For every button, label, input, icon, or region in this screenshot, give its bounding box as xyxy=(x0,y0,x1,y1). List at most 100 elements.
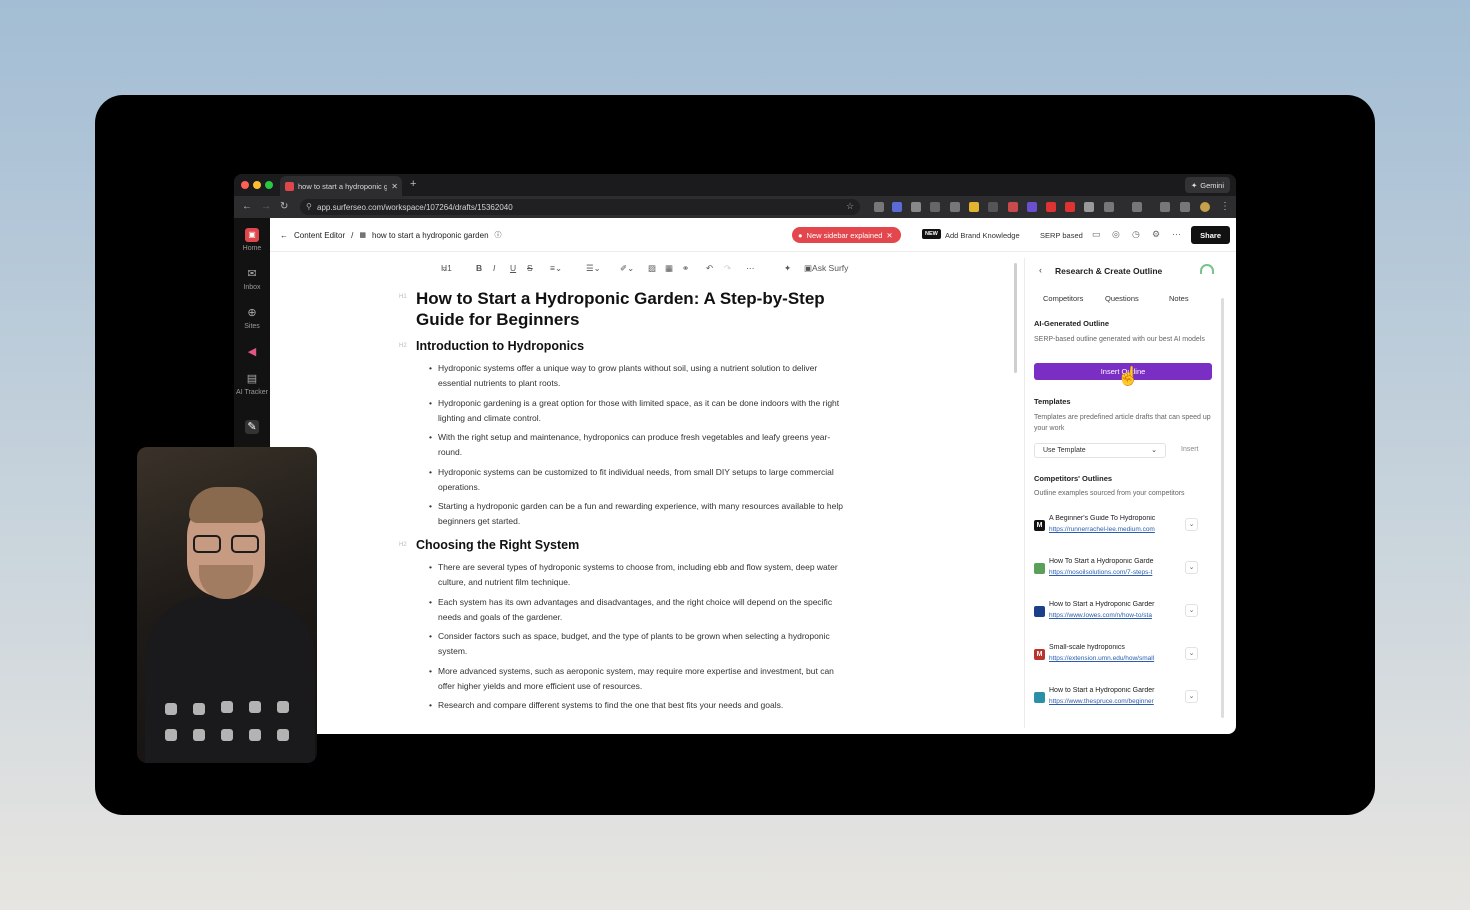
sidebar-item-campaigns[interactable]: ◀ xyxy=(234,345,270,362)
breadcrumb-content-editor[interactable]: Content Editor xyxy=(294,231,345,240)
list-item[interactable]: There are several types of hydroponic sy… xyxy=(429,560,846,590)
chevron-down-icon[interactable]: ⌄ xyxy=(1185,518,1198,531)
competitor-outline-item[interactable]: How to Start a Hydroponic Garder https://… xyxy=(1034,685,1209,711)
section-heading[interactable]: Choosing the Right System xyxy=(416,537,846,553)
info-icon[interactable]: ⓘ xyxy=(495,230,502,240)
check-circle-icon[interactable]: ◎ xyxy=(1112,229,1120,240)
more-icon[interactable]: ⋯ xyxy=(1172,229,1181,240)
minimize-window-button[interactable] xyxy=(253,181,261,189)
link-extension-icon[interactable] xyxy=(930,202,940,212)
competitor-title[interactable]: A Beginner's Guide To Hydroponic xyxy=(1049,515,1177,522)
extension-icon[interactable] xyxy=(969,202,979,212)
competitor-url[interactable]: https://extension.umn.edu/how/small xyxy=(1049,655,1177,662)
competitor-title[interactable]: How To Start a Hydroponic Garde xyxy=(1049,558,1177,565)
extension-icon[interactable] xyxy=(1065,202,1075,212)
extension-icon[interactable] xyxy=(1180,202,1190,212)
sidebar-item-editor[interactable]: ✎ xyxy=(234,420,270,437)
chevron-down-icon[interactable]: ⌄ xyxy=(1185,690,1198,703)
strikethrough-icon[interactable]: S xyxy=(527,263,533,273)
back-icon[interactable]: ← xyxy=(242,201,252,212)
extension-icon[interactable] xyxy=(1008,202,1018,212)
document-name[interactable]: how to start a hydroponic garden xyxy=(372,231,489,240)
list-item[interactable]: Research and compare different systems t… xyxy=(429,698,846,713)
forward-icon[interactable]: → xyxy=(261,201,271,212)
tab-notes[interactable]: Notes xyxy=(1169,294,1189,303)
competitor-title[interactable]: Small-scale hydroponics xyxy=(1049,644,1177,651)
competitor-url[interactable]: https://runnerrachel-lee.medium.com xyxy=(1049,526,1177,533)
new-tab-button[interactable]: + xyxy=(410,178,416,190)
competitor-title[interactable]: How to Start a Hydroponic Garder xyxy=(1049,601,1177,608)
italic-icon[interactable]: I xyxy=(493,263,495,273)
list-item[interactable]: With the right setup and maintenance, hy… xyxy=(429,430,846,460)
editor-scrollbar[interactable] xyxy=(1014,263,1017,373)
extension-icon[interactable] xyxy=(911,202,921,212)
chevron-down-icon[interactable]: ⌄ xyxy=(1185,647,1198,660)
bold-icon[interactable]: B xyxy=(476,263,482,273)
add-brand-knowledge-button[interactable]: Add Brand Knowledge xyxy=(945,231,1020,240)
competitor-url[interactable]: https://www.lowes.com/n/how-to/sta xyxy=(1049,612,1177,619)
browser-menu-icon[interactable]: ⋮ xyxy=(1220,201,1230,212)
pen-extension-icon[interactable] xyxy=(950,202,960,212)
list-item[interactable]: Starting a hydroponic garden can be a fu… xyxy=(429,499,846,529)
extension-icon[interactable] xyxy=(892,202,902,212)
highlight-icon[interactable]: ✐⌄ xyxy=(620,263,634,274)
gemini-button[interactable]: ✦ Gemini xyxy=(1184,177,1230,193)
maximize-window-button[interactable] xyxy=(265,181,273,189)
close-window-button[interactable] xyxy=(241,181,249,189)
document-title[interactable]: How to Start a Hydroponic Garden: A Step… xyxy=(416,288,846,330)
competitor-outline-item[interactable]: M A Beginner's Guide To Hydroponic https:/… xyxy=(1034,513,1209,539)
profile-avatar[interactable] xyxy=(1200,202,1210,212)
site-info-icon[interactable]: ⚲ xyxy=(306,202,312,211)
list-item[interactable]: Hydroponic systems can be customized to … xyxy=(429,465,846,495)
bookmark-star-icon[interactable]: ☆ xyxy=(846,201,854,212)
panel-scrollbar[interactable] xyxy=(1221,298,1224,718)
history-icon[interactable]: ◷ xyxy=(1132,229,1140,240)
comment-icon[interactable]: ▭ xyxy=(1092,229,1101,240)
competitor-outline-item[interactable]: How To Start a Hydroponic Garde https://n… xyxy=(1034,556,1209,582)
tab-competitors[interactable]: Competitors xyxy=(1043,294,1083,303)
panel-back-icon[interactable]: ‹ xyxy=(1039,265,1042,275)
list-item[interactable]: Hydroponic systems offer a unique way to… xyxy=(429,361,846,391)
download-icon[interactable] xyxy=(1160,202,1170,212)
list-item[interactable]: Hydroponic gardening is a great option f… xyxy=(429,396,846,426)
sidebar-item-sites[interactable]: ⊕ Sites xyxy=(234,306,270,330)
reload-icon[interactable]: ↻ xyxy=(280,201,288,212)
tab-search-icon[interactable] xyxy=(1132,202,1142,212)
serp-based-toggle[interactable]: SERP based xyxy=(1040,231,1083,240)
tab-questions[interactable]: Questions xyxy=(1105,294,1139,303)
heading-select[interactable]: H1 ⌄ xyxy=(441,263,452,274)
extension-icon[interactable] xyxy=(1027,202,1037,212)
list-item[interactable]: Consider factors such as space, budget, … xyxy=(429,629,846,659)
extension-icon[interactable] xyxy=(1084,202,1094,212)
announcement-pill[interactable]: ● New sidebar explained ✕ xyxy=(792,227,901,243)
settings-icon[interactable]: ⚙ xyxy=(1152,229,1160,240)
ai-sparkle-icon[interactable]: ✦ xyxy=(784,263,791,274)
chevron-down-icon[interactable]: ⌄ xyxy=(1185,561,1198,574)
extension-icon[interactable] xyxy=(1046,202,1056,212)
browser-tab[interactable]: how to start a hydroponic ga ✕ xyxy=(280,176,402,196)
image-icon[interactable]: ▨ xyxy=(648,263,656,274)
address-bar[interactable]: ⚲ app.surferseo.com/workspace/107264/dra… xyxy=(300,199,860,215)
close-tab-icon[interactable]: ✕ xyxy=(391,182,402,191)
chevron-down-icon[interactable]: ⌄ xyxy=(1185,604,1198,617)
sidebar-item-ai-tracker[interactable]: ▤ AI Tracker xyxy=(234,372,270,396)
extension-icon[interactable] xyxy=(874,202,884,212)
section-heading[interactable]: Introduction to Hydroponics xyxy=(416,338,846,354)
undo-icon[interactable]: ↶ xyxy=(706,263,713,274)
competitor-outline-item[interactable]: How to Start a Hydroponic Garder https://… xyxy=(1034,599,1209,625)
sidebar-item-home[interactable]: ▣ Home xyxy=(234,228,270,252)
table-icon[interactable]: ▦ xyxy=(665,263,673,274)
list-icon[interactable]: ☰⌄ xyxy=(586,263,601,274)
back-arrow-icon[interactable]: ← xyxy=(280,231,288,240)
link-icon[interactable]: ⚭ xyxy=(682,263,689,274)
competitor-url[interactable]: https://www.thespruce.com/beginner xyxy=(1049,698,1177,705)
puzzle-icon[interactable] xyxy=(1104,202,1114,212)
competitor-url[interactable]: https://nosoilsolutions.com/7-steps-t xyxy=(1049,569,1177,576)
share-button[interactable]: Share xyxy=(1191,226,1230,244)
document-body[interactable]: H1 How to Start a Hydroponic Garden: A S… xyxy=(399,288,846,718)
ask-surfy-button[interactable]: ▣ Ask Surfy xyxy=(804,263,848,274)
list-item[interactable]: More advanced systems, such as aeroponic… xyxy=(429,664,846,694)
dismiss-icon[interactable]: ✕ xyxy=(886,231,892,240)
more-icon[interactable]: ⋯ xyxy=(746,263,755,274)
competitor-outline-item[interactable]: M Small-scale hydroponics https://extensio… xyxy=(1034,642,1209,668)
